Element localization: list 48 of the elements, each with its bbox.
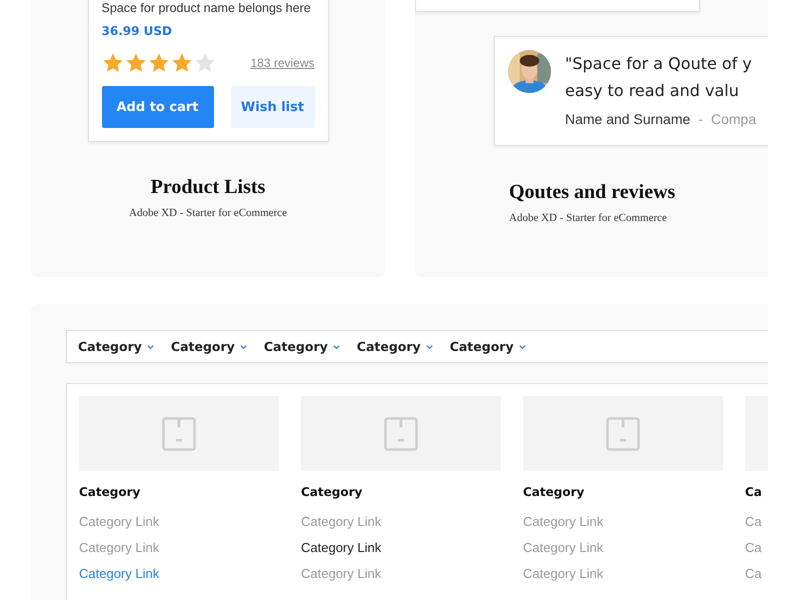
column-heading: Ca — [745, 485, 762, 500]
image-placeholder-icon — [606, 416, 640, 451]
add-to-cart-button[interactable]: Add to cart — [102, 86, 214, 128]
menu-link[interactable]: Category Link — [301, 509, 382, 536]
menu-link[interactable]: Category Link — [523, 561, 604, 588]
menu-link[interactable]: Category Link — [523, 535, 604, 562]
menu-link[interactable]: Category Link — [79, 509, 160, 536]
wish-list-button[interactable]: Wish list — [230, 86, 314, 128]
category-dropdown[interactable]: Category — [170, 339, 247, 354]
chevron-down-icon — [518, 344, 526, 350]
column-heading: Category — [79, 485, 140, 500]
menu-link[interactable]: Category Link — [523, 509, 604, 536]
menu-link[interactable]: Category Link — [301, 535, 382, 562]
star-icon — [170, 52, 192, 74]
quote-text: "Space for a Qoute of y — [565, 53, 753, 75]
menu-link[interactable]: Category Link — [79, 561, 160, 588]
menu-link[interactable]: Category Link — [79, 535, 160, 562]
category-dropdown[interactable]: Category — [450, 339, 526, 354]
column-heading: Category — [523, 485, 584, 500]
chevron-down-icon — [240, 344, 247, 350]
separator: - — [698, 111, 703, 127]
author-name: Name and Surname — [565, 111, 690, 127]
category-dropdown[interactable]: Category — [78, 339, 154, 354]
image-placeholder-icon — [384, 416, 418, 451]
star-icon — [148, 52, 170, 74]
menu-link[interactable]: Ca — [745, 535, 762, 562]
menu-link[interactable]: Ca — [745, 561, 762, 588]
quote-text: easy to read and valu — [565, 80, 740, 102]
panel-title: Product Lists — [150, 176, 266, 199]
menu-link[interactable]: Category Link — [301, 561, 382, 588]
chevron-down-icon — [332, 344, 340, 350]
category-dropdown[interactable]: Category — [356, 339, 433, 354]
panel-subtitle: Adobe XD - Starter for eCommerce — [509, 212, 667, 224]
category-dropdown[interactable]: Category — [264, 339, 340, 354]
chevron-down-icon — [426, 344, 433, 350]
star-icon — [102, 52, 124, 74]
panel-subtitle: Adobe XD - Starter for eCommerce — [129, 207, 287, 219]
image-placeholder-icon — [162, 416, 196, 451]
star-icon — [194, 52, 216, 74]
chevron-down-icon — [146, 344, 154, 350]
product-price: 36.99 USD — [102, 24, 173, 38]
product-name: Space for product name belongs here — [102, 1, 312, 15]
reviews-link[interactable]: 183 reviews — [250, 56, 314, 70]
star-icon — [124, 52, 146, 74]
column-heading: Category — [301, 485, 362, 500]
company-name: Compa — [710, 111, 756, 127]
panel-title: Qoutes and reviews — [509, 181, 676, 204]
menu-link[interactable]: Ca — [745, 509, 762, 536]
